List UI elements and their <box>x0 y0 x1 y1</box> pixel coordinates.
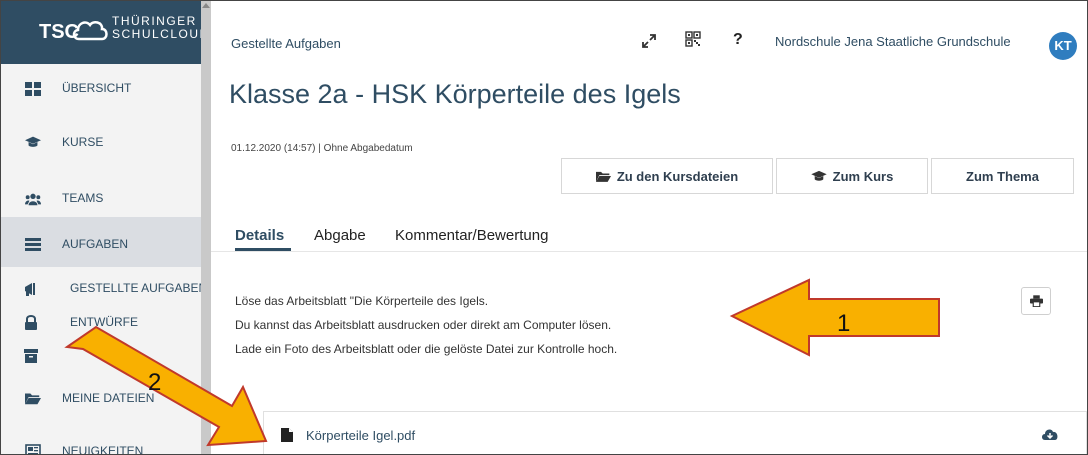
sidebar-item-courses[interactable]: KURSE <box>1 114 201 164</box>
sidebar-item-label: AUFGABEN <box>62 237 129 251</box>
logo-name: THÜRINGER SCHULCLOUD <box>112 15 210 41</box>
topic-button-label: Zum Thema <box>966 168 1039 184</box>
sidebar-item-label: KURSE <box>62 135 104 149</box>
course-files-button[interactable]: Zu den Kursdateien <box>561 158 773 194</box>
sidebar-scrollbar[interactable] <box>201 1 211 454</box>
cloud-download-icon[interactable] <box>1041 427 1059 441</box>
sidebar-subitem-assigned-tasks[interactable]: GESTELLTE AUFGABEN <box>1 277 207 303</box>
sidebar-subitem-label: GESTELLTE AUFGABEN <box>70 281 208 295</box>
sidebar: TSC THÜRINGER SCHULCLOUD ÜBERSICHT KURSE… <box>1 1 208 455</box>
description-line: Lade ein Foto des Arbeitsblatt oder die … <box>235 342 618 356</box>
school-name[interactable]: Nordschule Jena Staatliche Grundschule <box>775 34 1011 49</box>
tab-bar: Details Abgabe Kommentar/Bewertung <box>211 223 1087 252</box>
tab-comments[interactable]: Kommentar/Bewertung <box>395 227 548 244</box>
sidebar-subitem-label: ENTWÜRFE <box>70 315 138 329</box>
sidebar-item-label: ÜBERSICHT <box>62 81 132 95</box>
topic-button[interactable]: Zum Thema <box>931 158 1074 194</box>
avatar[interactable]: KT <box>1049 32 1077 60</box>
tasks-icon <box>25 238 41 251</box>
attachment-name[interactable]: Körperteile Igel.pdf <box>306 428 415 443</box>
bullhorn-icon <box>25 283 35 296</box>
logo-line2: SCHULCLOUD <box>112 27 210 41</box>
logo[interactable]: TSC THÜRINGER SCHULCLOUD <box>1 1 208 64</box>
annotation-label-1: 1 <box>837 310 851 337</box>
app-window: TSC THÜRINGER SCHULCLOUD ÜBERSICHT KURSE… <box>0 0 1088 455</box>
sidebar-item-news[interactable]: NEUIGKEITEN <box>1 426 201 455</box>
task-meta: 01.12.2020 (14:57) | Ohne Abgabedatum <box>231 143 413 154</box>
users-icon <box>25 193 41 206</box>
file-icon <box>281 428 293 442</box>
sidebar-item-overview[interactable]: ÜBERSICHT <box>1 64 201 114</box>
annotation-label-2: 2 <box>148 369 162 396</box>
sidebar-item-label: NEUIGKEITEN <box>62 444 144 455</box>
sidebar-subitem-archive[interactable] <box>1 345 201 371</box>
description-line: Du kannst das Arbeitsblatt ausdrucken od… <box>235 318 612 332</box>
attachment-row[interactable]: Körperteile Igel.pdf <box>263 411 1087 454</box>
help-icon[interactable]: ? <box>733 31 743 49</box>
folder-open-icon <box>595 171 611 182</box>
course-button-label: Zum Kurs <box>832 168 894 184</box>
scroll-up-arrow-icon[interactable] <box>202 3 210 8</box>
main-content: Gestellte Aufgaben ? Nordschule Jena Sta… <box>211 1 1087 454</box>
graduation-cap-icon <box>25 136 41 147</box>
folder-icon <box>25 393 41 405</box>
qr-code-icon[interactable] <box>685 31 701 47</box>
fullscreen-icon[interactable] <box>641 33 657 49</box>
print-button[interactable] <box>1021 287 1051 315</box>
graduation-cap-icon <box>810 170 827 181</box>
sidebar-item-my-files[interactable]: MEINE DATEIEN <box>1 373 201 423</box>
tab-details[interactable]: Details <box>235 227 284 244</box>
archive-icon <box>24 349 38 363</box>
cloud-logo-icon <box>72 20 108 41</box>
course-files-label: Zu den Kursdateien <box>616 168 739 184</box>
sidebar-item-tasks[interactable]: AUFGABEN <box>1 217 201 267</box>
sidebar-item-label: TEAMS <box>62 191 104 205</box>
active-tab-indicator <box>235 248 291 251</box>
sidebar-item-label: MEINE DATEIEN <box>62 391 155 405</box>
sidebar-subitem-drafts[interactable]: ENTWÜRFE <box>1 312 201 338</box>
description-line: Löse das Arbeitsblatt "Die Körperteile d… <box>235 294 489 308</box>
sidebar-item-teams[interactable]: TEAMS <box>1 164 201 214</box>
newspaper-icon <box>25 444 41 454</box>
page-title: Klasse 2a - HSK Körperteile des Igels <box>229 79 681 109</box>
print-icon <box>1029 295 1043 307</box>
task-description: Löse das Arbeitsblatt "Die Körperteile d… <box>235 289 617 361</box>
lock-icon <box>25 315 37 330</box>
tab-submission[interactable]: Abgabe <box>314 227 366 244</box>
breadcrumb[interactable]: Gestellte Aufgaben <box>231 36 341 51</box>
course-button[interactable]: Zum Kurs <box>776 158 928 194</box>
grid-icon <box>25 82 41 96</box>
